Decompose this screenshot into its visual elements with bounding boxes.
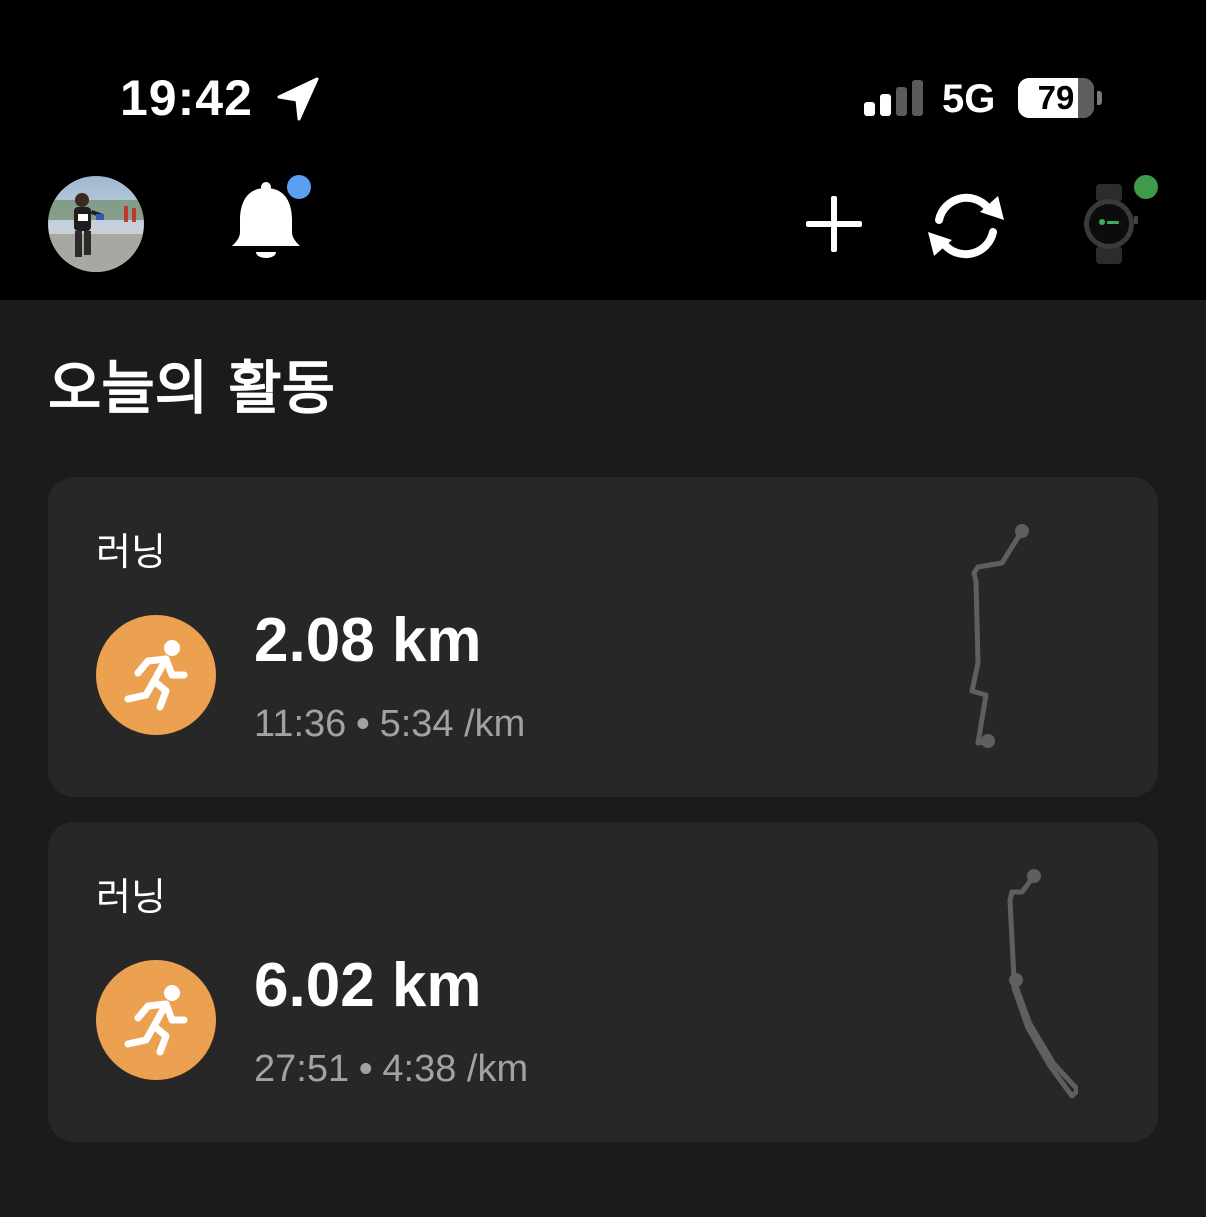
plus-icon[interactable] (804, 194, 864, 254)
activity-pace: 5:34 /km (379, 703, 526, 745)
activity-duration: 27:51 (254, 1048, 350, 1090)
smartwatch-icon[interactable] (1078, 184, 1140, 264)
activity-distance: 2.08 km (254, 606, 482, 675)
network-type: 5G (942, 77, 996, 121)
location-arrow-icon (277, 77, 319, 121)
battery-indicator: 79 (1018, 78, 1104, 118)
status-time: 19:42 (120, 70, 253, 126)
activity-type: 러닝 (96, 875, 166, 919)
activity-type: 러닝 (96, 530, 166, 574)
top-bar: 19:42 5G 79 (0, 0, 1206, 300)
activity-card[interactable]: 러닝 2.08 km 11:36 • 5:34 /km (48, 477, 1158, 797)
cellular-signal-icon (864, 80, 923, 116)
running-icon (124, 640, 188, 711)
page-title: 오늘의 활동 (48, 354, 335, 422)
running-icon (124, 985, 188, 1056)
notification-dot (287, 175, 311, 199)
activity-meta: 27:51 • 4:38 /km (254, 1046, 528, 1092)
activity-card[interactable]: 러닝 6.02 km 27:51 • 4:38 /km (48, 822, 1158, 1142)
meta-separator: • (356, 703, 370, 745)
activity-duration: 11:36 (254, 703, 347, 745)
battery-cap (1097, 91, 1102, 105)
activity-distance: 6.02 km (254, 951, 482, 1020)
sync-icon[interactable] (924, 184, 1008, 268)
battery-body: 79 (1018, 78, 1094, 118)
route-map (1007, 869, 1078, 1099)
meta-separator: • (359, 1048, 373, 1090)
device-status-dot (1134, 175, 1158, 199)
route-map (969, 524, 1029, 748)
run-badge (96, 615, 216, 735)
activity-meta: 11:36 • 5:34 /km (254, 701, 525, 747)
activity-pace: 4:38 /km (382, 1048, 529, 1090)
avatar-photo (48, 176, 144, 272)
user-avatar[interactable] (48, 176, 144, 272)
run-badge (96, 960, 216, 1080)
battery-percent: 79 (1037, 79, 1075, 116)
